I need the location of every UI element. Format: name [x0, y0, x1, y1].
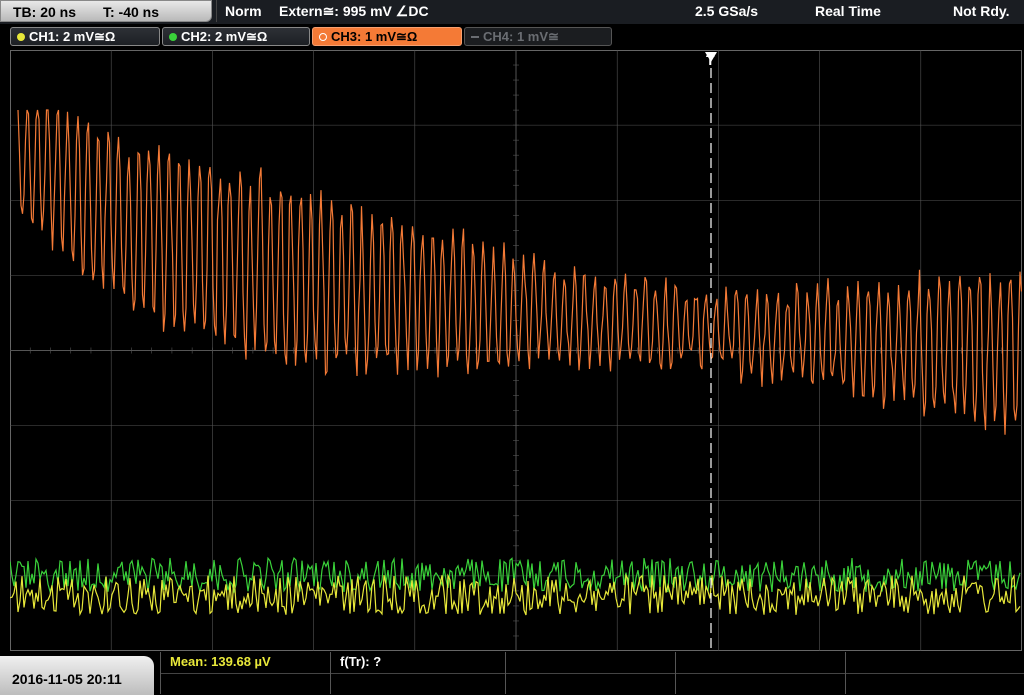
timebase-label[interactable]: TB: 20 ns	[13, 4, 76, 20]
meas-cell-5[interactable]	[845, 652, 1024, 694]
acquisition-mode-label[interactable]: Real Time	[815, 3, 881, 19]
channel-1-button[interactable]: CH1: 2 mV≅Ω	[10, 27, 160, 46]
trigger-source-label[interactable]: Extern≅: 995 mV ∠DC	[279, 3, 429, 20]
channel-1-label: CH1: 2 mV≅Ω	[29, 29, 116, 44]
timebase-panel[interactable]: TB: 20 ns T: -40 ns	[0, 0, 212, 22]
graticule	[10, 50, 1022, 651]
channel-3-label: CH3: 1 mV≅Ω	[331, 29, 418, 44]
date-time-panel: 2016-11-05 20:11	[0, 656, 154, 695]
frequency-measurement[interactable]: f(Tr): ?	[340, 654, 381, 669]
meas-cell-3[interactable]	[505, 652, 675, 694]
meas-cell-4[interactable]	[675, 652, 845, 694]
channel-2-label: CH2: 2 mV≅Ω	[181, 29, 268, 44]
waveform-canvas[interactable]	[10, 50, 1022, 651]
trigger-offset-label[interactable]: T: -40 ns	[103, 4, 159, 20]
channel-4-button[interactable]: CH4: 1 mV≅	[464, 27, 612, 46]
channel-3-button[interactable]: CH3: 1 mV≅Ω	[312, 27, 462, 46]
trigger-marker-icon[interactable]: T	[706, 52, 715, 68]
channel-2-button[interactable]: CH2: 2 mV≅Ω	[162, 27, 310, 46]
channel-bar: CH1: 2 mV≅Ω CH2: 2 mV≅Ω CH3: 1 mV≅Ω CH4:…	[0, 26, 1024, 48]
status-bar: TB: 20 ns T: -40 ns Norm Extern≅: 995 mV…	[0, 0, 1024, 24]
status-label: Not Rdy.	[953, 3, 1010, 19]
channel-4-label: CH4: 1 mV≅	[483, 29, 559, 44]
ch4-off-icon	[471, 36, 479, 38]
date-time-label: 2016-11-05 20:11	[12, 671, 122, 687]
ch2-indicator-icon	[169, 33, 177, 41]
ch1-indicator-icon	[17, 33, 25, 41]
mean-measurement[interactable]: Mean: 139.68 µV	[170, 654, 271, 669]
trigger-line[interactable]	[705, 52, 717, 651]
sample-rate-label[interactable]: 2.5 GSa/s	[695, 3, 758, 19]
acquisition-panel: Norm Extern≅: 995 mV ∠DC 2.5 GSa/s Real …	[216, 0, 1024, 22]
ch3-indicator-icon	[319, 33, 327, 41]
trigger-mode-label[interactable]: Norm	[225, 3, 262, 19]
